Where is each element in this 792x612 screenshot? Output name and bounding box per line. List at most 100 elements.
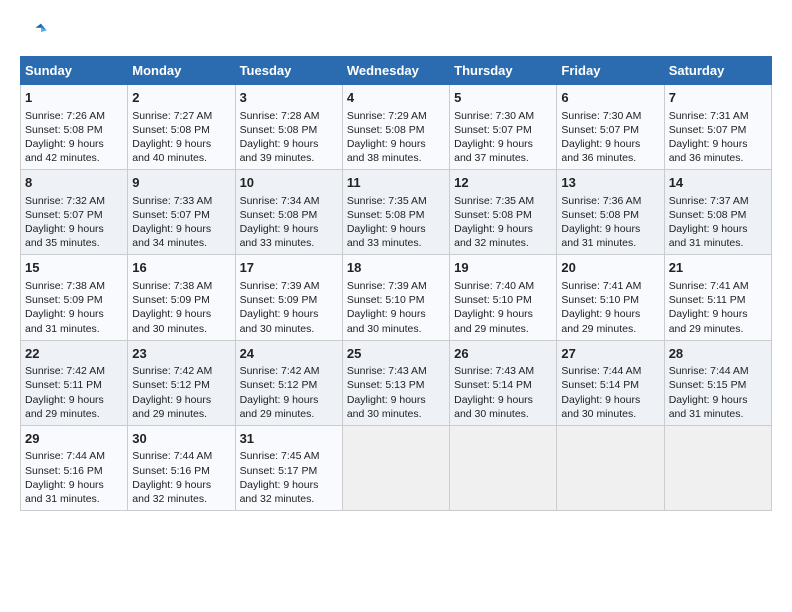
day-number: 31 — [240, 430, 338, 448]
day-number: 23 — [132, 345, 230, 363]
day-number: 9 — [132, 174, 230, 192]
daylight-text: Daylight: 9 hours and 30 minutes. — [347, 308, 426, 334]
day-number: 7 — [669, 89, 767, 107]
calendar-cell: 23Sunrise: 7:42 AMSunset: 5:12 PMDayligh… — [128, 340, 235, 425]
sunset-text: Sunset: 5:14 PM — [454, 379, 532, 391]
day-number: 25 — [347, 345, 445, 363]
day-number: 28 — [669, 345, 767, 363]
day-number: 15 — [25, 259, 123, 277]
sunrise-text: Sunrise: 7:32 AM — [25, 195, 105, 207]
daylight-text: Daylight: 9 hours and 30 minutes. — [347, 394, 426, 420]
calendar-cell: 11Sunrise: 7:35 AMSunset: 5:08 PMDayligh… — [342, 170, 449, 255]
calendar-cell: 3 Sunrise: 7:28 AM Sunset: 5:08 PM Daylight… — [235, 85, 342, 170]
sunrise-text: Sunrise: 7:37 AM — [669, 195, 749, 207]
daylight-text: Daylight: 9 hours and 29 minutes. — [240, 394, 319, 420]
week-row-1: 1 Sunrise: 7:26 AM Sunset: 5:08 PM Daylight… — [21, 85, 772, 170]
daylight-text: Daylight: 9 hours and 30 minutes. — [561, 394, 640, 420]
calendar-cell: 25Sunrise: 7:43 AMSunset: 5:13 PMDayligh… — [342, 340, 449, 425]
calendar-body: 1 Sunrise: 7:26 AM Sunset: 5:08 PM Daylight… — [21, 85, 772, 511]
sunset-text: Sunset: 5:07 PM — [132, 209, 210, 221]
day-number: 18 — [347, 259, 445, 277]
sunset-text: Sunset: 5:16 PM — [132, 465, 210, 477]
daylight-text: Daylight: 9 hours and 32 minutes. — [132, 479, 211, 505]
daylight-text: Daylight: 9 hours and 37 minutes. — [454, 138, 533, 164]
sunset-text: Sunset: 5:07 PM — [454, 124, 532, 136]
day-number: 6 — [561, 89, 659, 107]
calendar-cell: 4Sunrise: 7:29 AMSunset: 5:08 PMDaylight… — [342, 85, 449, 170]
sunrise-text: Sunrise: 7:28 AM — [240, 110, 320, 122]
calendar-cell: 18Sunrise: 7:39 AMSunset: 5:10 PMDayligh… — [342, 255, 449, 340]
header-cell-tuesday: Tuesday — [235, 57, 342, 85]
daylight-text: Daylight: 9 hours and 36 minutes. — [561, 138, 640, 164]
header-cell-saturday: Saturday — [664, 57, 771, 85]
day-number: 22 — [25, 345, 123, 363]
sunrise-text: Sunrise: 7:26 AM — [25, 110, 105, 122]
day-number: 24 — [240, 345, 338, 363]
sunset-text: Sunset: 5:10 PM — [347, 294, 425, 306]
sunrise-text: Sunrise: 7:40 AM — [454, 280, 534, 292]
calendar-cell: 28Sunrise: 7:44 AMSunset: 5:15 PMDayligh… — [664, 340, 771, 425]
day-number: 1 — [25, 89, 123, 107]
sunrise-text: Sunrise: 7:44 AM — [25, 450, 105, 462]
calendar-cell: 1Sunrise: 7:26 AMSunset: 5:08 PMDaylight… — [21, 85, 128, 170]
day-number: 21 — [669, 259, 767, 277]
calendar-cell: 31 Sunrise: 7:45 AM Sunset: 5:17 PM Dayligh… — [235, 425, 342, 510]
header-cell-wednesday: Wednesday — [342, 57, 449, 85]
header-cell-sunday: Sunday — [21, 57, 128, 85]
calendar-cell: 14Sunrise: 7:37 AMSunset: 5:08 PMDayligh… — [664, 170, 771, 255]
header-cell-thursday: Thursday — [450, 57, 557, 85]
sunset-text: Sunset: 5:15 PM — [669, 379, 747, 391]
day-number: 16 — [132, 259, 230, 277]
day-number: 14 — [669, 174, 767, 192]
sunrise-text: Sunrise: 7:42 AM — [240, 365, 320, 377]
calendar-cell: 16Sunrise: 7:38 AMSunset: 5:09 PMDayligh… — [128, 255, 235, 340]
calendar-cell — [342, 425, 449, 510]
day-number: 20 — [561, 259, 659, 277]
sunrise-text: Sunrise: 7:42 AM — [132, 365, 212, 377]
week-row-2: 8Sunrise: 7:32 AMSunset: 5:07 PMDaylight… — [21, 170, 772, 255]
daylight-text: Daylight: 9 hours and 29 minutes. — [454, 308, 533, 334]
calendar-cell: 17Sunrise: 7:39 AMSunset: 5:09 PMDayligh… — [235, 255, 342, 340]
sunset-text: Sunset: 5:08 PM — [561, 209, 639, 221]
sunrise-text: Sunrise: 7:35 AM — [454, 195, 534, 207]
daylight-text: Daylight: 9 hours and 31 minutes. — [25, 479, 104, 505]
sunset-text: Sunset: 5:08 PM — [240, 124, 318, 136]
daylight-text: Daylight: 9 hours and 38 minutes. — [347, 138, 426, 164]
sunrise-text: Sunrise: 7:44 AM — [669, 365, 749, 377]
calendar-cell: 9Sunrise: 7:33 AMSunset: 5:07 PMDaylight… — [128, 170, 235, 255]
daylight-text: Daylight: 9 hours and 29 minutes. — [669, 308, 748, 334]
sunrise-text: Sunrise: 7:44 AM — [561, 365, 641, 377]
sunset-text: Sunset: 5:16 PM — [25, 465, 103, 477]
day-number: 3 — [240, 89, 338, 107]
sunrise-text: Sunrise: 7:35 AM — [347, 195, 427, 207]
sunrise-text: Sunrise: 7:29 AM — [347, 110, 427, 122]
sunset-text: Sunset: 5:17 PM — [240, 465, 318, 477]
daylight-text: Daylight: 9 hours and 31 minutes. — [669, 223, 748, 249]
calendar-cell — [557, 425, 664, 510]
sunrise-text: Sunrise: 7:45 AM — [240, 450, 320, 462]
daylight-text: Daylight: 9 hours and 33 minutes. — [240, 223, 319, 249]
calendar-table: SundayMondayTuesdayWednesdayThursdayFrid… — [20, 56, 772, 511]
calendar-cell — [664, 425, 771, 510]
day-number: 17 — [240, 259, 338, 277]
calendar-cell: 5Sunrise: 7:30 AMSunset: 5:07 PMDaylight… — [450, 85, 557, 170]
day-number: 19 — [454, 259, 552, 277]
day-number: 29 — [25, 430, 123, 448]
sunset-text: Sunset: 5:08 PM — [132, 124, 210, 136]
calendar-cell: 21Sunrise: 7:41 AMSunset: 5:11 PMDayligh… — [664, 255, 771, 340]
sunrise-text: Sunrise: 7:44 AM — [132, 450, 212, 462]
header-cell-monday: Monday — [128, 57, 235, 85]
logo-icon — [20, 18, 48, 46]
daylight-text: Daylight: 9 hours and 29 minutes. — [132, 394, 211, 420]
sunset-text: Sunset: 5:08 PM — [240, 209, 318, 221]
daylight-text: Daylight: 9 hours and 32 minutes. — [240, 479, 319, 505]
daylight-text: Daylight: 9 hours and 35 minutes. — [25, 223, 104, 249]
sunrise-text: Sunrise: 7:41 AM — [669, 280, 749, 292]
daylight-text: Daylight: 9 hours and 39 minutes. — [240, 138, 319, 164]
daylight-text: Daylight: 9 hours and 42 minutes. — [25, 138, 104, 164]
sunset-text: Sunset: 5:14 PM — [561, 379, 639, 391]
sunrise-text: Sunrise: 7:38 AM — [132, 280, 212, 292]
day-number: 12 — [454, 174, 552, 192]
day-number: 5 — [454, 89, 552, 107]
sunrise-text: Sunrise: 7:42 AM — [25, 365, 105, 377]
